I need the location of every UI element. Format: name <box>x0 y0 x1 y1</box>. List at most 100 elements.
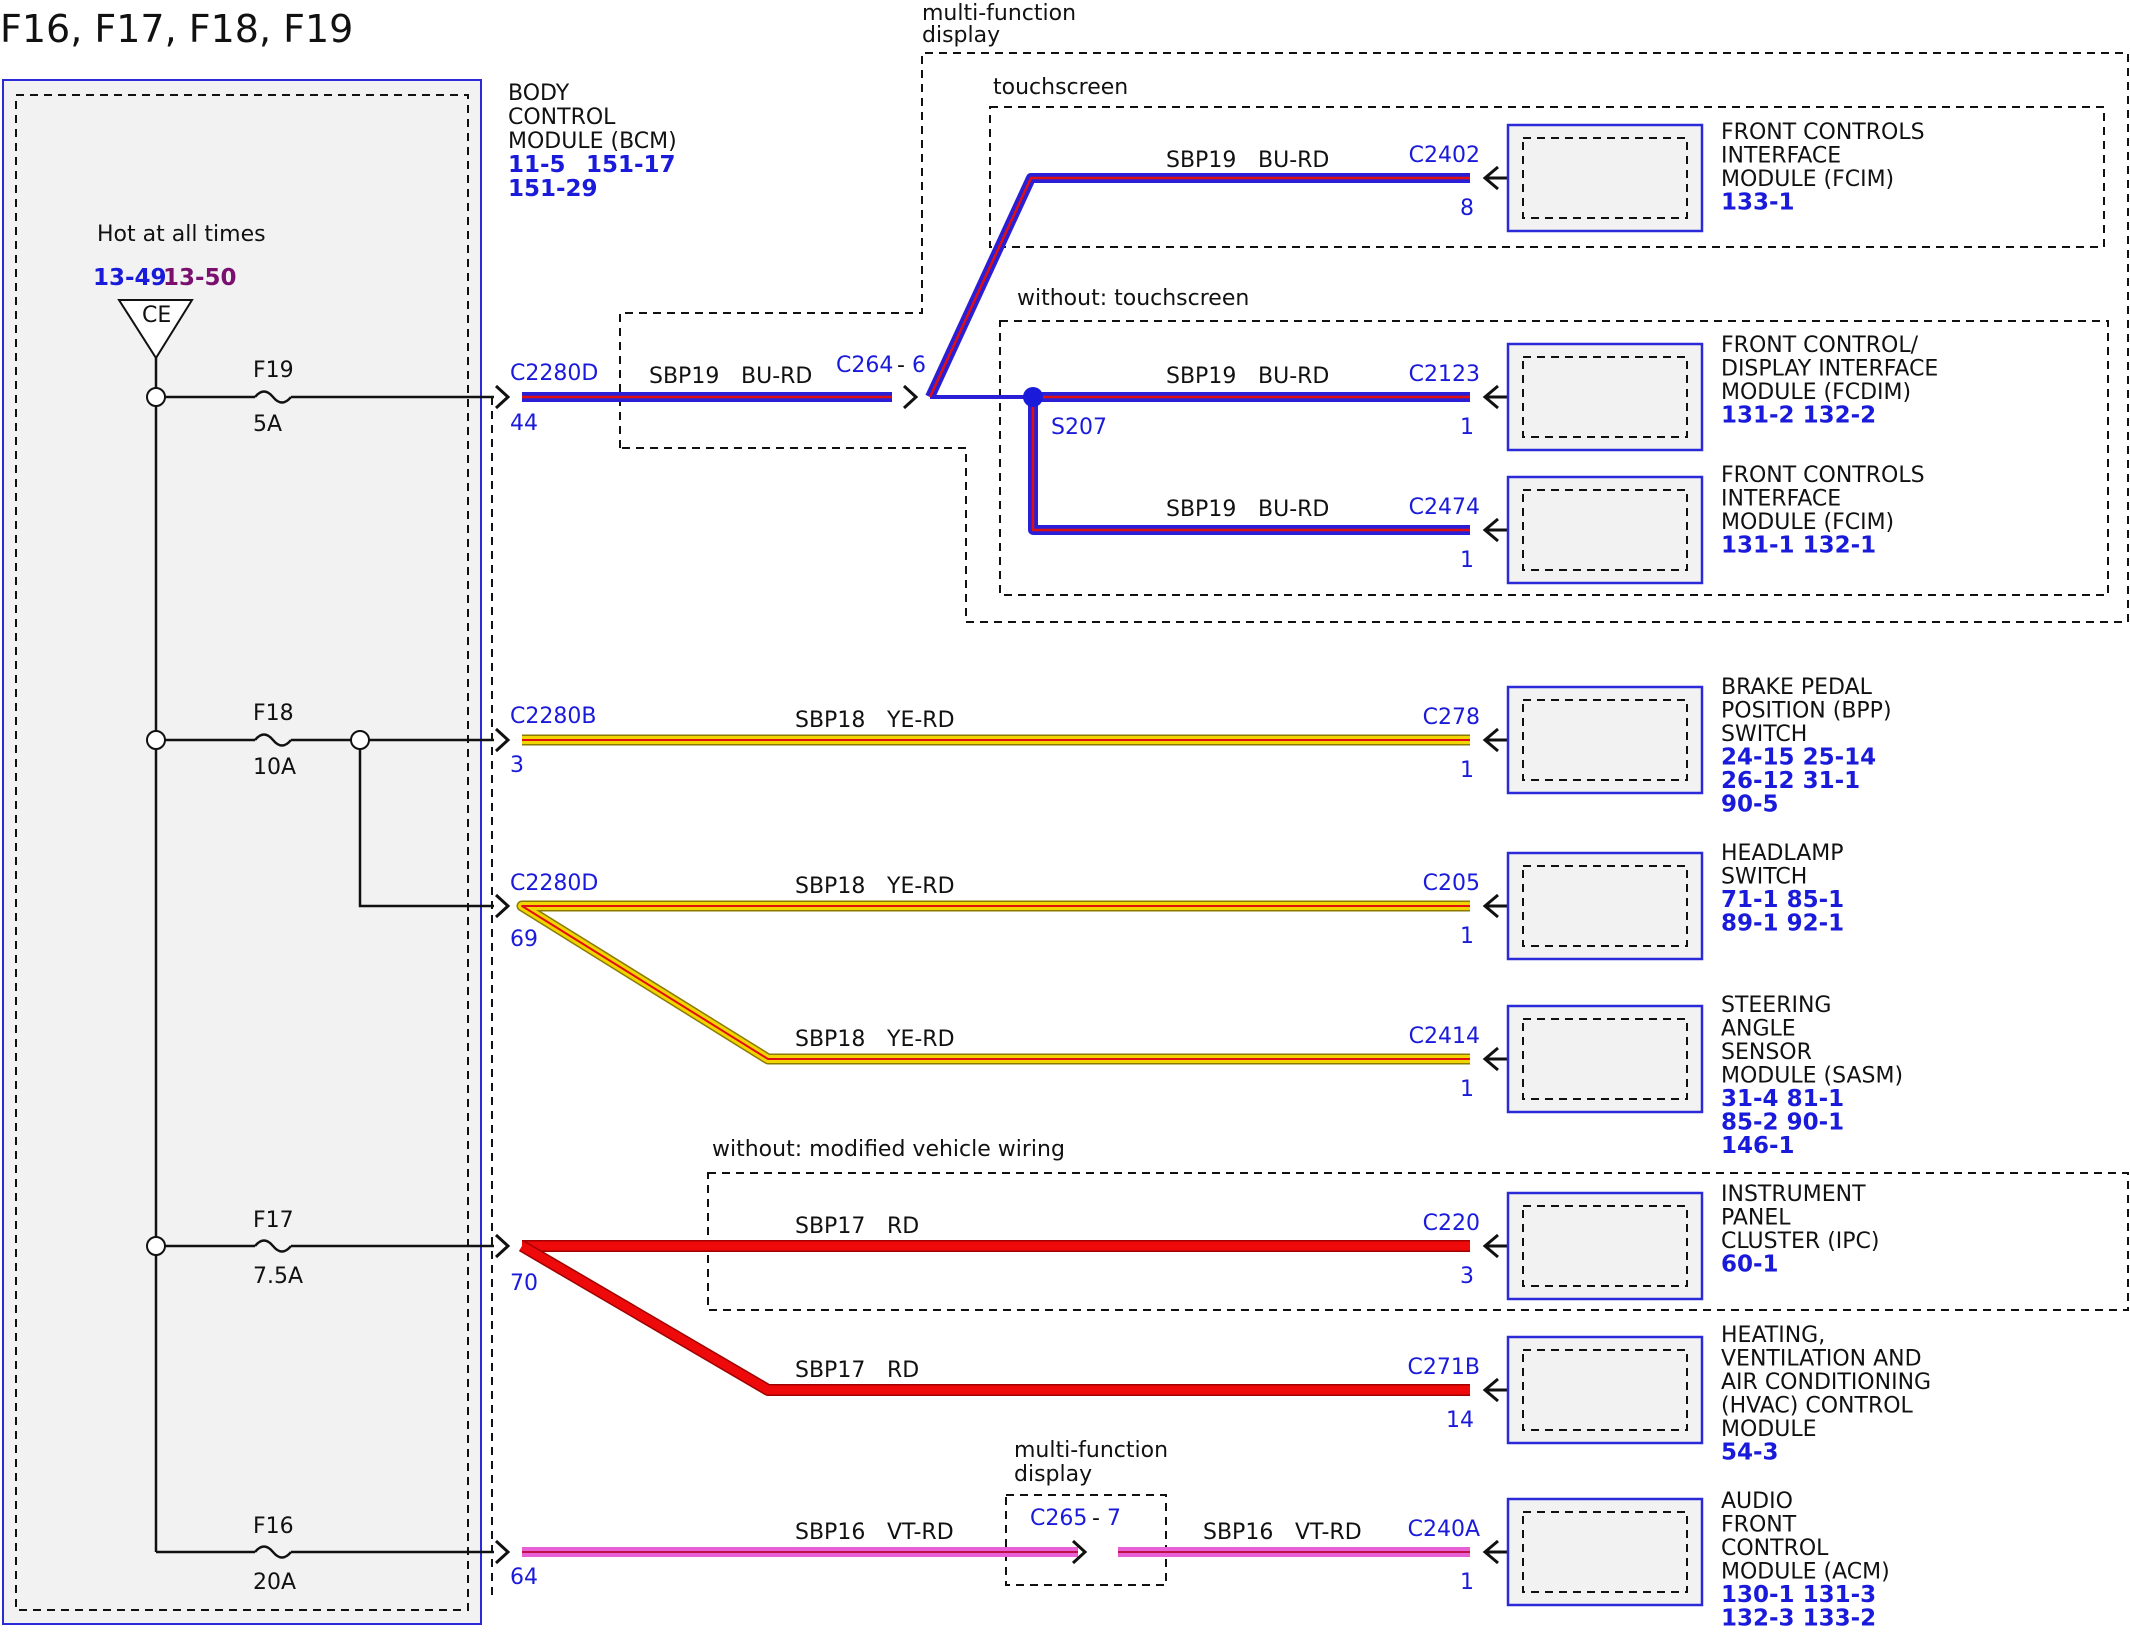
wire-label-sbp18-circuit: SBP18 <box>795 1027 865 1052</box>
fuse-f19-name: F19 <box>253 358 294 383</box>
fuse-f17-rating: 7.5A <box>253 1264 303 1289</box>
module-ref-c240a: 132-3 133-2 <box>1721 1606 1876 1632</box>
module-pin-c240a: 1 <box>1460 1570 1474 1595</box>
fuse-box-outline <box>2 79 482 1625</box>
module-box-c2402 <box>1506 123 1704 233</box>
module-box-c271b <box>1506 1335 1704 1445</box>
module-label-c278: SWITCH <box>1721 722 1807 747</box>
bcm-arrow <box>494 893 511 919</box>
module-ref-c2414: 31-4 81-1 <box>1721 1086 1844 1112</box>
module-pin-c2402: 8 <box>1460 196 1474 221</box>
modules-layer: C24028FRONT CONTROLSINTERFACEMODULE (FCI… <box>1408 120 1939 1632</box>
wire-sbp18-group <box>516 734 1470 1065</box>
wire-label-sbp19-color: BU-RD <box>1258 148 1329 173</box>
module-label-c2414: STEERING <box>1721 993 1831 1018</box>
wire-label-sbp16-circuit: SBP16 <box>1203 1520 1273 1545</box>
module-label-c2414: MODULE (SASM) <box>1721 1064 1903 1089</box>
wire-label-sbp19-circuit: SBP19 <box>1166 497 1236 522</box>
hot-at-all-times-label: Hot at all times <box>97 222 266 247</box>
wire-label-sbp16-circuit: SBP16 <box>795 1520 865 1545</box>
wire-label-sbp19-color: BU-RD <box>741 364 812 389</box>
node-circle <box>146 1236 166 1256</box>
fuse-f19-rating: 5A <box>253 412 282 437</box>
module-ref-c271b: 54-3 <box>1721 1440 1779 1466</box>
wire-label-sbp19-circuit: SBP19 <box>1166 148 1236 173</box>
module-label-c2402: INTERFACE <box>1721 144 1841 169</box>
module-box-c2123 <box>1506 342 1704 452</box>
fuse-f16-rating: 20A <box>253 1570 296 1595</box>
module-connector-c2414: C2414 <box>1409 1024 1480 1049</box>
fuse-f16-name: F16 <box>253 1514 294 1539</box>
module-ref-c2123: 131-2 132-2 <box>1721 403 1876 429</box>
module-label-c2474: MODULE (FCIM) <box>1721 510 1894 535</box>
module-label-c2123: FRONT CONTROL/ <box>1721 333 1919 358</box>
fuse-f17-name: F17 <box>253 1208 294 1233</box>
inline-connector-c265-pin: 7 <box>1107 1506 1121 1531</box>
bcm-arrow <box>494 1233 511 1259</box>
group-mfd-bottom-label-2: display <box>1014 1462 1092 1487</box>
module-label-c2402: FRONT CONTROLS <box>1721 120 1925 145</box>
module-label-c2402: MODULE (FCIM) <box>1721 167 1894 192</box>
module-label-c220: PANEL <box>1721 1206 1791 1231</box>
module-label-c271b: (HVAC) CONTROL <box>1721 1394 1914 1419</box>
wire-sbp18-stripe <box>521 905 1470 1060</box>
bcm-ref-1: 11-5 <box>508 152 566 178</box>
module-label-c271b: VENTILATION AND <box>1721 1347 1922 1372</box>
wire-label-sbp18-color: YE-RD <box>886 1027 955 1052</box>
module-ref-c278: 24-15 25-14 <box>1721 745 1876 771</box>
module-connector-c220: C220 <box>1423 1211 1480 1236</box>
module-label-c2123: DISPLAY INTERFACE <box>1721 357 1938 382</box>
module-pin-c2414: 1 <box>1460 1077 1474 1102</box>
group-without-touchscreen-label: without: touchscreen <box>1017 286 1249 311</box>
module-box-c205 <box>1506 851 1704 961</box>
module-label-c271b: HEATING, <box>1721 1323 1825 1348</box>
wire-label-sbp18-color: YE-RD <box>886 874 955 899</box>
module-label-c2414: ANGLE <box>1721 1017 1796 1042</box>
module-label-c240a: MODULE (ACM) <box>1721 1560 1890 1585</box>
module-box-c220 <box>1506 1191 1704 1301</box>
module-connector-c2123: C2123 <box>1409 362 1480 387</box>
module-box-c278 <box>1506 685 1704 795</box>
module-ref-c240a: 130-1 131-3 <box>1721 1582 1876 1608</box>
wire-label-sbp19-color: BU-RD <box>1258 364 1329 389</box>
module-connector-c278: C278 <box>1423 705 1480 730</box>
module-label-c278: POSITION (BPP) <box>1721 699 1892 724</box>
module-ref-c278: 26-12 31-1 <box>1721 768 1860 794</box>
group-mfd-bottom-label-1: multi-function <box>1014 1438 1168 1463</box>
bcm-arrow <box>494 727 511 753</box>
fuse-f18-rating: 10A <box>253 755 296 780</box>
inline-connector-c264: C264 <box>836 353 893 378</box>
group-touchscreen-label: touchscreen <box>993 75 1128 100</box>
inline-connector-c264-pin: 6 <box>912 353 926 378</box>
module-label-c205: SWITCH <box>1721 865 1807 890</box>
module-box-c2474 <box>1506 475 1704 585</box>
module-pin-c278: 1 <box>1460 758 1474 783</box>
module-label-c220: INSTRUMENT <box>1721 1182 1866 1207</box>
bcm-pin-3: 3 <box>510 753 524 778</box>
wire-label-sbp17-circuit: SBP17 <box>795 1214 865 1239</box>
module-label-c278: BRAKE PEDAL <box>1721 675 1873 700</box>
bcm-pin-44: 44 <box>510 411 538 436</box>
module-label-c240a: AUDIO <box>1721 1489 1793 1514</box>
group-mfd-top-label-2: display <box>922 23 1000 48</box>
module-pin-c271b: 14 <box>1446 1408 1474 1433</box>
module-connector-c2474: C2474 <box>1409 495 1480 520</box>
inline-connector-c265: C265 <box>1030 1506 1087 1531</box>
bcm-label-1: BODY <box>508 81 570 106</box>
wire-label-sbp19-color: BU-RD <box>1258 497 1329 522</box>
splice-s207-dot <box>1023 387 1043 407</box>
module-box-c240a <box>1506 1497 1704 1607</box>
module-connector-c240a: C240A <box>1408 1517 1480 1542</box>
wire-sbp17-group <box>518 1240 1470 1396</box>
bcm-pin-69: 69 <box>510 927 538 952</box>
wiring-diagram: F16, F17, F18, F19 Hot at all times 13-4… <box>0 1 2129 1632</box>
node-circle <box>350 730 370 750</box>
module-ref-c205: 71-1 85-1 <box>1721 887 1844 913</box>
module-label-c2123: MODULE (FCDIM) <box>1721 380 1911 405</box>
module-connector-c205: C205 <box>1423 871 1480 896</box>
wire-label-sbp18-color: YE-RD <box>886 708 955 733</box>
module-ref-c278: 90-5 <box>1721 792 1779 818</box>
module-ref-c220: 60-1 <box>1721 1252 1779 1278</box>
module-pin-c2474: 1 <box>1460 548 1474 573</box>
module-label-c271b: AIR CONDITIONING <box>1721 1370 1931 1395</box>
